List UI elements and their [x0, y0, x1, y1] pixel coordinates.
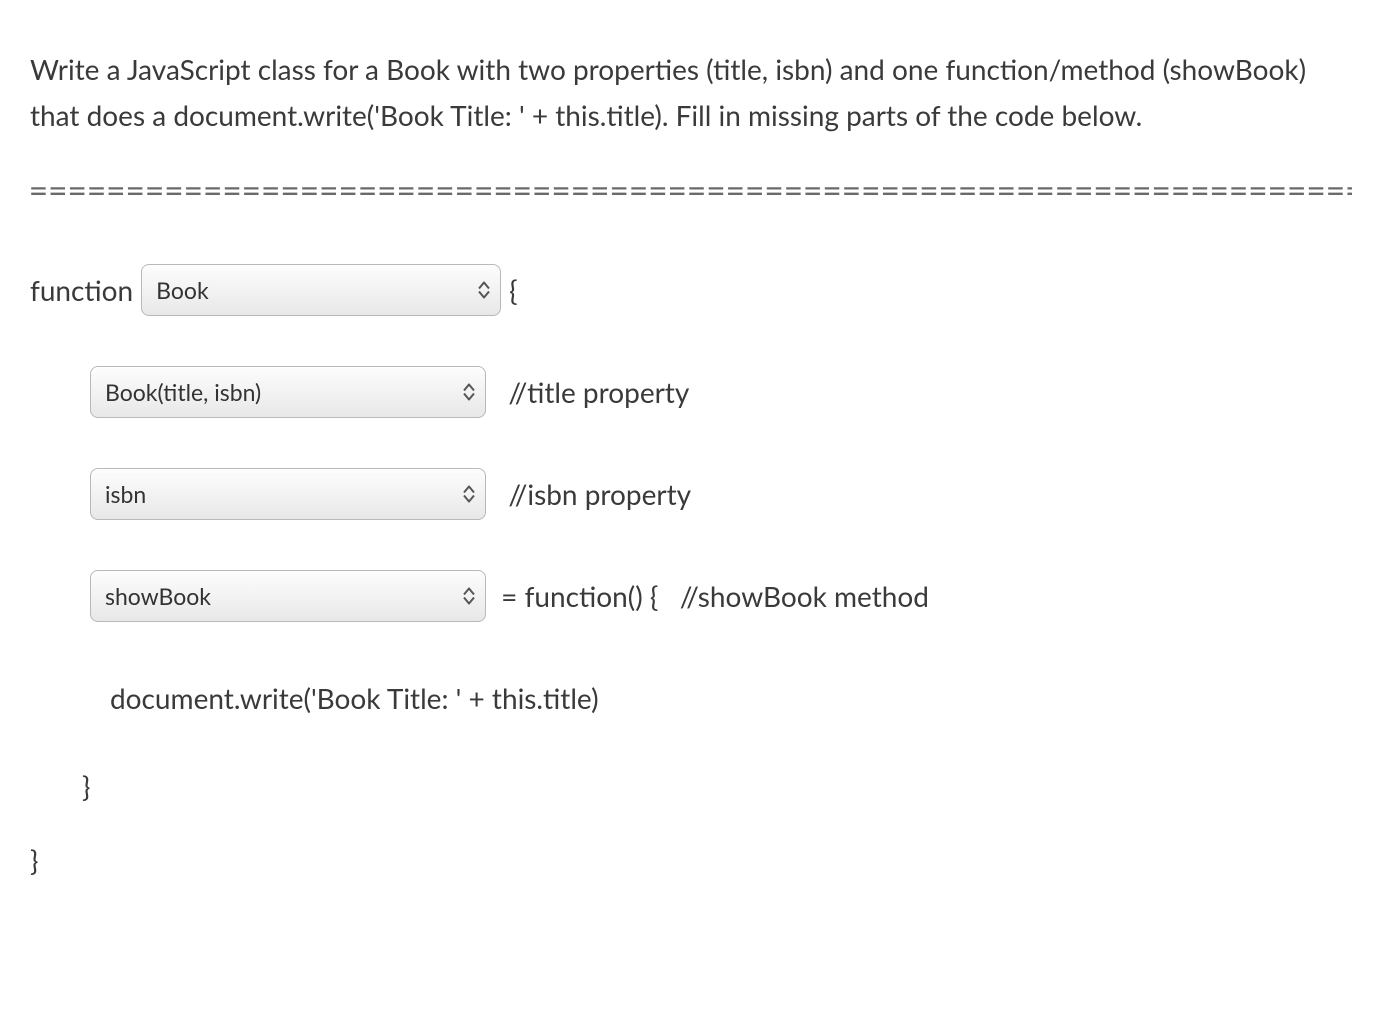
code-line-3: isbn //isbn property [30, 468, 1352, 520]
code-line-2: Book(title, isbn) //title property [30, 366, 1352, 418]
close-brace-inner: } [82, 769, 90, 803]
comment-isbn-text: //isbn property [508, 477, 691, 511]
dropdown-value: showBook [105, 582, 211, 610]
keyword-function: function [30, 273, 133, 307]
code-line-5: document.write('Book Title: ' + this.tit… [30, 672, 1352, 724]
open-brace: { [509, 273, 517, 307]
dropdown-isbn-property[interactable]: isbn [90, 468, 486, 520]
divider: ========================================… [30, 174, 1352, 204]
dropdown-showbook-method[interactable]: showBook [90, 570, 486, 622]
dropdown-value: Book [156, 276, 208, 304]
question-prompt: Write a JavaScript class for a Book with… [30, 46, 1352, 138]
function-assign-text: = function() { //showBook method [501, 579, 929, 613]
dropdown-value: Book(title, isbn) [105, 378, 261, 406]
comment-title-text: //title property [508, 375, 689, 409]
dropdown-function-name[interactable]: Book [141, 264, 501, 316]
chevron-up-down-icon [463, 486, 475, 503]
chevron-up-down-icon [463, 384, 475, 401]
function-assign [494, 579, 501, 613]
code-line-7: } [30, 834, 1352, 886]
comment-isbn [494, 477, 508, 511]
chevron-up-down-icon [478, 282, 490, 299]
code-line-4: showBook = function() { //showBook metho… [30, 570, 1352, 622]
chevron-up-down-icon [463, 588, 475, 605]
code-block: function Book { Book(title, isbn) //titl… [30, 264, 1352, 886]
dropdown-title-property[interactable]: Book(title, isbn) [90, 366, 486, 418]
code-line-1: function Book { [30, 264, 1352, 316]
dropdown-value: isbn [105, 480, 146, 508]
document-write: document.write('Book Title: ' + this.tit… [110, 681, 599, 715]
code-line-6: } [30, 760, 1352, 812]
comment-title [494, 375, 508, 409]
close-brace-outer: } [30, 843, 38, 877]
